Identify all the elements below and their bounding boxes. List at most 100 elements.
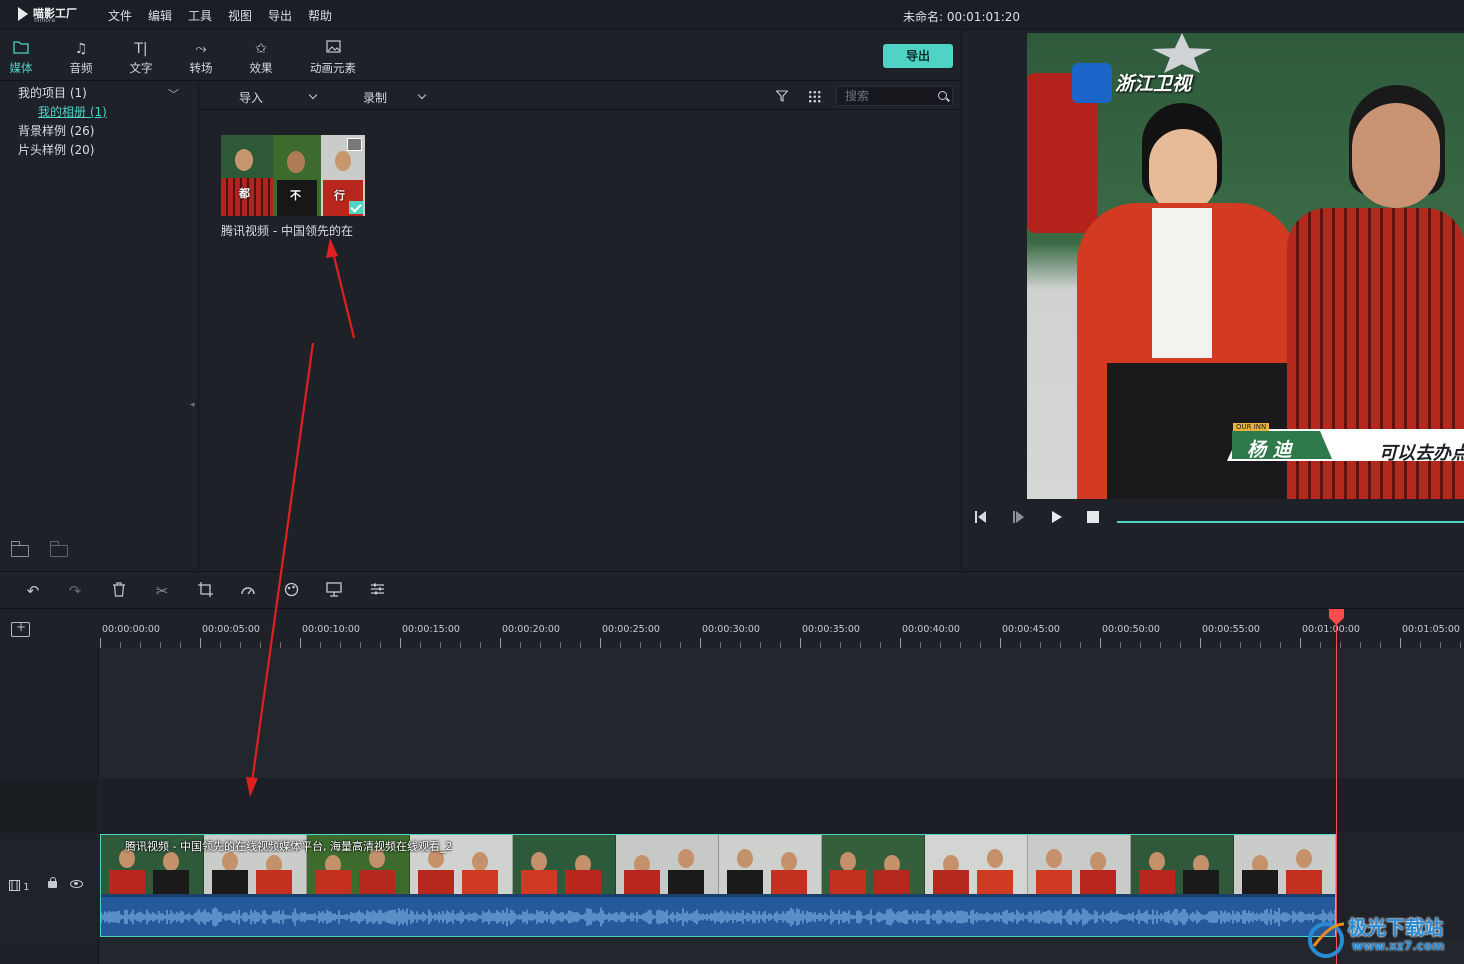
search-icon[interactable] <box>938 91 947 100</box>
show-tag: OUR INN <box>1233 423 1270 431</box>
record-button[interactable]: 录制 <box>363 89 387 106</box>
preview-video[interactable]: 浙江卫视 OUR INN 杨 迪 可以去办点 <box>1027 33 1464 499</box>
tab-effects-label: 效果 <box>249 61 273 75</box>
panel-collapse-icon[interactable]: ◂ <box>190 400 195 410</box>
play-icon[interactable] <box>1050 510 1064 524</box>
tick-label: 00:00:30:00 <box>702 624 760 635</box>
record-label: 录制 <box>363 91 388 105</box>
tick-label: 00:00:05:00 <box>202 624 260 635</box>
tick-label: 00:01:05:00 <box>1402 624 1460 635</box>
caption-subtitle: 可以去办点 <box>1379 443 1464 464</box>
delete-icon[interactable] <box>110 582 128 600</box>
video-track-1: 1 腾讯视频 - 中国领先的在线视频媒体平台, 海量高清视频在线观看_2 <box>0 833 1464 938</box>
adjust-icon[interactable] <box>368 582 386 600</box>
import-chevron-down-icon[interactable] <box>308 90 318 100</box>
clip-frame <box>822 835 925 894</box>
clip-frame <box>925 835 1028 894</box>
step-forward-icon[interactable] <box>1012 510 1028 524</box>
effects-icon: ✩ <box>255 41 267 57</box>
menu-help[interactable]: 帮助 <box>308 7 332 24</box>
menu-tools[interactable]: 工具 <box>188 7 212 24</box>
tab-media[interactable]: 媒体 <box>0 40 47 80</box>
menu-view[interactable]: 视图 <box>228 7 252 24</box>
thumb-caption-2: 不 <box>290 189 301 202</box>
logo-icon <box>18 7 28 21</box>
timeline-toolbar: ↶ ↷ ✂ <box>0 571 1464 609</box>
media-item-name: 腾讯视频 - 中国领先的在 <box>221 224 353 238</box>
video-track-header: 1 <box>0 833 99 938</box>
grid-view-icon[interactable] <box>808 90 821 103</box>
app-subname: filmora <box>34 17 56 24</box>
tick-label: 00:00:25:00 <box>602 624 660 635</box>
tab-elements[interactable]: 动画元素 <box>303 40 363 80</box>
tree-item-intro-samples[interactable]: 片头样例 (20) <box>18 141 94 158</box>
import-label: 导入 <box>239 91 264 105</box>
music-note-icon: ♫ <box>74 41 88 57</box>
checkmark-icon <box>349 201 363 214</box>
lock-icon[interactable] <box>48 877 57 888</box>
menu-export[interactable]: 导出 <box>268 7 292 24</box>
tab-audio[interactable]: ♫ 音频 <box>55 40 107 80</box>
playback-progress-bar[interactable] <box>1117 521 1464 523</box>
empty-track[interactable] <box>100 778 1464 833</box>
cut-icon[interactable]: ✂ <box>153 582 171 600</box>
clip-frame <box>1131 835 1234 894</box>
tab-text[interactable]: T| 文字 <box>115 40 167 80</box>
tab-media-label: 媒体 <box>9 61 33 75</box>
watermark-url: www.xz7.com <box>1352 939 1445 953</box>
audio-waveform <box>101 907 1335 927</box>
clip-frame <box>616 835 719 894</box>
crop-icon[interactable] <box>196 582 214 600</box>
image-icon <box>303 40 363 58</box>
thumb-caption-1: 都 <box>239 187 250 200</box>
clip-frame <box>719 835 822 894</box>
tree-item-my-album[interactable]: 我的相册 (1) <box>38 103 107 120</box>
export-button[interactable]: 导出 <box>883 44 953 68</box>
waveform-path <box>101 907 1335 927</box>
tick-label: 00:01:00:00 <box>1302 624 1360 635</box>
record-chevron-down-icon[interactable] <box>417 90 427 100</box>
redo-icon[interactable]: ↷ <box>66 582 84 600</box>
speed-icon[interactable] <box>239 582 257 600</box>
delete-folder-icon[interactable] <box>49 541 70 558</box>
color-icon[interactable] <box>282 582 300 600</box>
step-back-icon[interactable] <box>974 510 990 524</box>
eye-icon[interactable] <box>70 880 83 888</box>
filter-icon[interactable] <box>776 90 788 102</box>
project-title: 未命名: 00:01:01:20 <box>903 10 1021 24</box>
preview-panel: 浙江卫视 OUR INN 杨 迪 可以去办点 <box>961 31 1464 570</box>
menu-file[interactable]: 文件 <box>108 7 132 24</box>
timeline-tracks: 1 腾讯视频 - 中国领先的在线视频媒体平台, 海量高清视频在线观看_2 <box>0 648 1464 964</box>
empty-track[interactable] <box>100 648 1464 778</box>
green-screen-icon[interactable] <box>325 582 343 600</box>
tab-transition[interactable]: ⤳ 转场 <box>175 40 227 80</box>
tick-label: 00:00:55:00 <box>1202 624 1260 635</box>
import-button[interactable]: 导入 <box>239 89 263 106</box>
watermark: 极光下载站 www.xz7.com <box>1304 912 1464 962</box>
tree-item-my-project[interactable]: 我的项目 (1) <box>18 84 87 101</box>
tab-effects[interactable]: ✩ 效果 <box>235 40 287 80</box>
media-thumbnail[interactable]: 都 不 行 <box>221 135 365 216</box>
timeline-ruler[interactable]: 00:00:00:00 00:00:05:00 00:00:10:00 00:0… <box>0 610 1464 648</box>
media-grid: 都 不 行 腾讯视频 - 中国领先的在 <box>200 111 960 570</box>
search-input[interactable] <box>837 87 937 105</box>
tick-label: 00:00:10:00 <box>302 624 360 635</box>
media-library-tree: 我的项目 (1) ﹀ 我的相册 (1) 背景样例 (26) 片头样例 (20) … <box>0 82 199 570</box>
watermark-logo-icon <box>1308 922 1345 958</box>
tree-item-background-samples[interactable]: 背景样例 (26) <box>18 122 94 139</box>
watermark-name: 极光下载站 <box>1348 917 1444 939</box>
tv-channel-logo <box>1072 63 1112 103</box>
player-controls <box>962 507 1464 537</box>
chevron-down-icon[interactable]: ﹀ <box>168 86 179 102</box>
undo-icon[interactable]: ↶ <box>24 582 42 600</box>
folder-icon <box>0 40 47 58</box>
tab-text-label: 文字 <box>129 61 153 75</box>
add-track-icon[interactable] <box>11 620 30 637</box>
menu-edit[interactable]: 编辑 <box>148 7 172 24</box>
new-folder-icon[interactable] <box>10 541 31 558</box>
app-logo: 喵影工厂 filmora <box>14 4 84 26</box>
timeline-clip[interactable]: 腾讯视频 - 中国领先的在线视频媒体平台, 海量高清视频在线观看_2 <box>100 834 1336 937</box>
media-toolbar: 导入 录制 <box>200 82 960 110</box>
film-icon <box>9 880 20 891</box>
stop-icon[interactable] <box>1087 511 1099 523</box>
